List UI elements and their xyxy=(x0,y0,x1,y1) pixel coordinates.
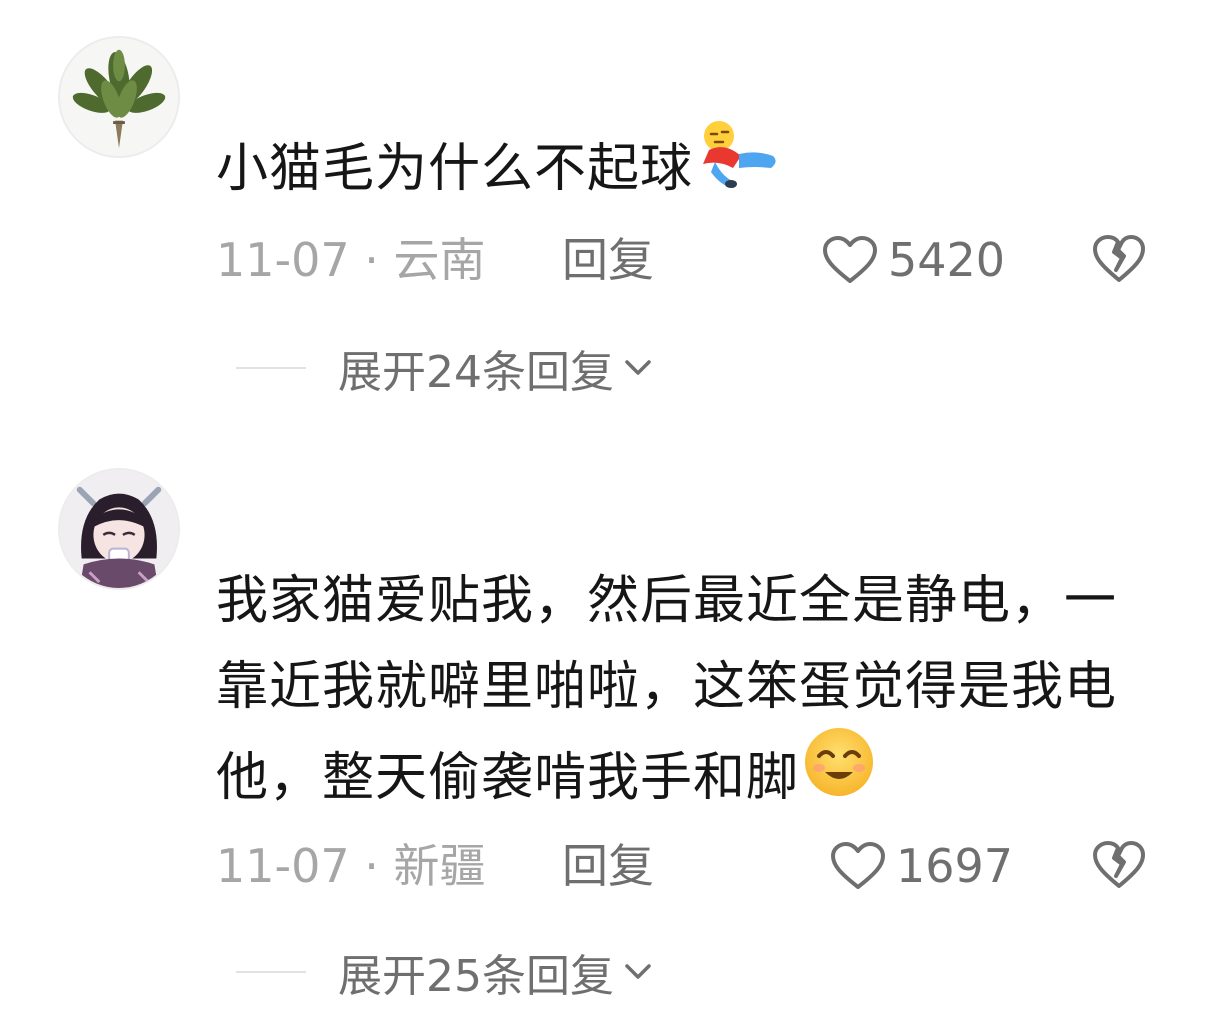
comment-body: 小猫毛为什么不起球 xyxy=(216,139,694,199)
like-count: 5420 xyxy=(888,233,1006,287)
smiling-face-emoji-icon xyxy=(801,724,877,826)
expand-replies-label: 展开24条回复 xyxy=(338,347,614,398)
meta-separator: · xyxy=(364,839,379,893)
avatar[interactable] xyxy=(58,468,180,590)
divider-line xyxy=(236,971,306,973)
broken-heart-icon xyxy=(1093,841,1145,888)
expand-replies-label: 展开25条回复 xyxy=(338,951,614,1002)
avatar[interactable] xyxy=(58,36,180,158)
comment-meta: 11-07 · 新疆 回复 1697 xyxy=(216,836,1156,896)
heart-icon xyxy=(831,842,885,889)
meta-separator: · xyxy=(364,233,379,287)
like-count: 1697 xyxy=(896,839,1014,893)
heart-icon xyxy=(823,236,877,283)
comment-location: 新疆 xyxy=(393,839,486,893)
chevron-down-icon xyxy=(625,964,651,979)
chevron-down-icon xyxy=(625,360,651,375)
comment-date: 11-07 xyxy=(216,233,350,287)
reply-button[interactable]: 回复 xyxy=(562,230,654,290)
expand-replies-button[interactable]: 展开24条回复 xyxy=(236,340,652,398)
comment-location: 云南 xyxy=(393,233,486,287)
comment-date-location: 11-07 · 新疆 xyxy=(216,836,486,896)
like-button[interactable]: 5420 xyxy=(822,230,1005,290)
dislike-button[interactable] xyxy=(1092,840,1146,904)
reply-button[interactable]: 回复 xyxy=(562,836,654,896)
leaf-bouquet-icon xyxy=(60,38,178,156)
comment-date: 11-07 xyxy=(216,839,350,893)
divider-line xyxy=(236,367,306,369)
comment-date-location: 11-07 · 云南 xyxy=(216,230,486,290)
anime-girl-avatar-icon xyxy=(60,470,178,588)
comment-text: 我家猫爱贴我，然后最近全是静电，一靠近我就噼里啪啦，这笨蛋觉得是我电他，整天偷袭… xyxy=(216,558,1156,832)
like-button[interactable]: 1697 xyxy=(830,836,1013,896)
broken-heart-icon xyxy=(1093,235,1145,282)
comment-meta: 11-07 · 云南 回复 5420 xyxy=(216,230,1156,290)
comment-text: 小猫毛为什么不起球 xyxy=(216,121,1156,222)
lying-person-emoji-icon xyxy=(695,116,781,216)
dislike-button[interactable] xyxy=(1092,234,1146,298)
expand-replies-button[interactable]: 展开25条回复 xyxy=(236,944,652,1002)
comment-body: 我家猫爱贴我，然后最近全是静电，一靠近我就噼里啪啦，这笨蛋觉得是我电他，整天偷袭… xyxy=(216,571,1118,808)
